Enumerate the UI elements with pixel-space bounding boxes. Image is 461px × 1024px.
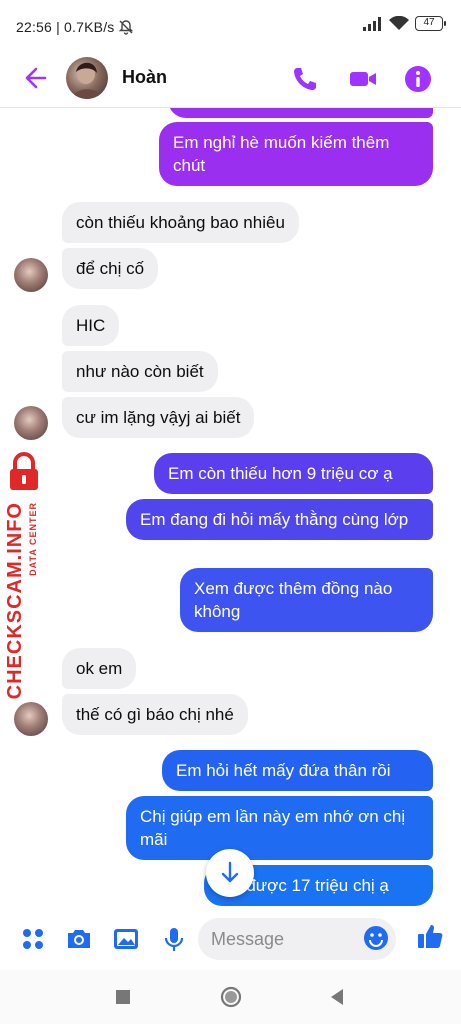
watermark-brand: CHECKSCAM.INFO	[4, 502, 26, 700]
contact-avatar-small[interactable]	[14, 258, 48, 292]
contact-avatar[interactable]	[66, 57, 108, 99]
video-call-icon[interactable]	[348, 64, 378, 94]
message-bubble-incoming[interactable]: còn thiếu khoảng bao nhiêu	[62, 202, 299, 243]
message-bubble-outgoing[interactable]: Em nghỉ hè muốn kiếm thêm chút	[159, 122, 433, 186]
contact-name[interactable]: Hoàn	[122, 67, 167, 88]
arrow-down-icon	[221, 861, 239, 883]
composer	[0, 908, 461, 970]
message-bubble-incoming[interactable]: cư im lặng vậyj ai biết	[62, 397, 255, 438]
message-bubble-incoming[interactable]: để chị cố	[62, 248, 159, 289]
camera-icon[interactable]	[65, 925, 93, 953]
chat-header: Hoàn	[0, 52, 461, 108]
message-bubble-outgoing[interactable]	[168, 108, 433, 118]
contact-avatar-small[interactable]	[14, 702, 48, 736]
back-nav-icon[interactable]	[324, 984, 350, 1010]
watermark-sub: DATA CENTER	[28, 502, 38, 576]
status-bar: 22:56 | 0.7KB/s 47	[0, 0, 461, 52]
info-icon[interactable]	[403, 64, 433, 94]
contact-avatar-small[interactable]	[14, 406, 48, 440]
lock-icon	[10, 452, 38, 490]
message-bubble-outgoing[interactable]: Em đang đi hỏi mấy thằng cùng lớp	[126, 499, 433, 540]
recent-apps-icon[interactable]	[110, 984, 136, 1010]
message-bubble-outgoing[interactable]: Chị giúp em lần này em nhớ ơn chị mãi	[126, 796, 433, 860]
message-bubble-outgoing[interactable]: Em còn thiếu hơn 9 triệu cơ ạ	[154, 453, 433, 494]
home-icon[interactable]	[218, 984, 244, 1010]
battery-icon: 47	[415, 16, 446, 31]
message-bubble-outgoing[interactable]: Xem được thêm đồng nào không	[180, 568, 433, 632]
message-bubble-outgoing[interactable]: Em hỏi hết mấy đứa thân rồi	[162, 750, 433, 791]
scroll-to-bottom-button[interactable]	[206, 849, 254, 897]
thumbs-up-icon[interactable]	[416, 922, 444, 950]
message-bubble-incoming[interactable]: HIC	[62, 305, 120, 346]
menu-grid-icon[interactable]	[19, 925, 47, 953]
watermark: CHECKSCAM.INFO DATA CENTER	[0, 452, 52, 699]
mute-icon	[118, 20, 134, 35]
microphone-icon[interactable]	[160, 925, 188, 953]
emoji-icon[interactable]	[362, 924, 390, 952]
system-nav-bar	[0, 970, 461, 1024]
phone-call-icon[interactable]	[290, 64, 320, 94]
signal-icon	[363, 16, 381, 31]
wifi-icon	[389, 16, 409, 30]
status-time: 22:56 | 0.7KB/s	[16, 19, 115, 35]
gallery-icon[interactable]	[112, 925, 140, 953]
back-arrow-icon[interactable]	[20, 64, 48, 92]
message-list[interactable]: Em nghỉ hè muốn kiếm thêm chút còn thiếu…	[0, 108, 461, 908]
message-bubble-incoming[interactable]: như nào còn biết	[62, 351, 218, 392]
message-bubble-incoming[interactable]: thế có gì báo chị nhé	[62, 694, 248, 735]
message-bubble-incoming[interactable]: ok em	[62, 648, 137, 689]
